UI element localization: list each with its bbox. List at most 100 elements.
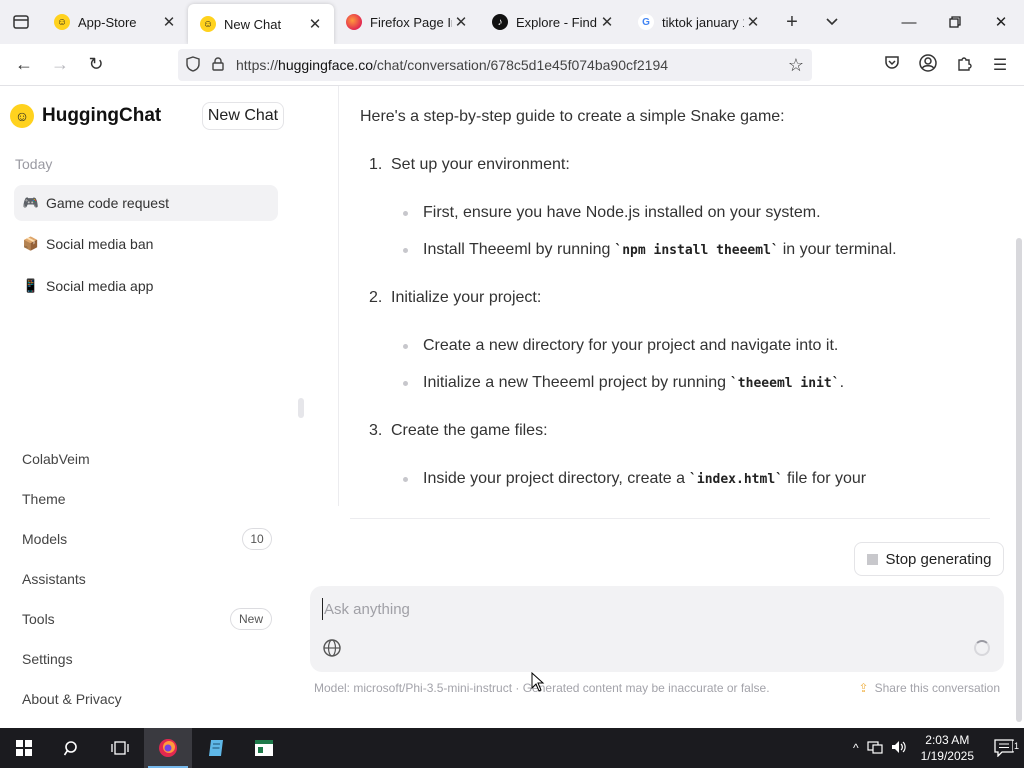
close-tab-icon[interactable]: ✕ [306, 15, 324, 33]
tab-firefox-page-info[interactable]: Firefox Page Info ✕ [334, 0, 480, 44]
bullet-dot [403, 343, 408, 349]
network-icon[interactable] [863, 740, 887, 757]
tab-app-store[interactable]: ☺ App-Store ✕ [42, 0, 188, 44]
step-number: 2. [369, 289, 383, 306]
brand[interactable]: ☺ HuggingChat [10, 104, 161, 128]
hamburger-menu-icon[interactable]: ☰ [982, 55, 1018, 75]
message-intro: Here's a step-by-step guide to create a … [360, 108, 785, 125]
menu-label: About & Privacy [22, 691, 122, 707]
menu-item-assistants[interactable]: Assistants [22, 567, 272, 591]
list-all-tabs-chevron-icon[interactable] [812, 0, 852, 44]
chat-input[interactable] [322, 598, 922, 620]
minimize-window-icon[interactable]: — [886, 0, 932, 44]
close-window-icon[interactable]: ✕ [978, 0, 1024, 44]
close-tab-icon[interactable]: ✕ [598, 13, 616, 31]
reload-icon[interactable]: ↻ [78, 47, 114, 83]
huggingface-logo-icon: ☺ [10, 104, 34, 128]
bullet-dot [403, 476, 408, 482]
game-controller-icon: 🎮 [22, 195, 40, 210]
back-arrow-icon[interactable]: ← [6, 47, 42, 83]
bullet-text: Initialize a new Theeeml project by runn… [423, 374, 726, 391]
close-tab-icon[interactable]: ✕ [744, 13, 762, 31]
toolbar-icons: ☰ [874, 44, 1018, 86]
bullet-dot [403, 210, 408, 216]
chat-sidebar: ☺ HuggingChat New Chat Today 🎮 Game code… [0, 86, 290, 726]
menu-label: Settings [22, 651, 73, 667]
mobile-phone-icon: 📱 [22, 278, 40, 293]
restore-window-icon[interactable] [932, 0, 978, 44]
step-number: 1. [369, 156, 383, 173]
step-item: 1. Set up your environment: [369, 156, 570, 174]
app-window-taskbar-icon[interactable] [240, 728, 288, 768]
search-icon[interactable] [48, 728, 96, 768]
taskbar-clock[interactable]: 2:03 AM 1/19/2025 [911, 732, 984, 764]
bullet-text-after: in your terminal. [782, 241, 897, 258]
chat-scrollbar[interactable] [1016, 238, 1022, 722]
shield-icon[interactable] [186, 55, 200, 75]
notifications-icon[interactable]: 1 [984, 739, 1024, 757]
sidebar-resize-handle[interactable] [298, 398, 304, 418]
stop-square-icon [866, 553, 878, 565]
menu-item-about[interactable]: About & Privacy [22, 687, 272, 711]
navigation-toolbar: ← → ↻ https://huggingface.co/chat/conver… [0, 44, 1024, 86]
windows-start-icon[interactable] [0, 728, 48, 768]
brand-name: HuggingChat [42, 105, 162, 126]
tab-tiktok-search[interactable]: G tiktok january 19 ✕ [626, 0, 772, 44]
tab-new-chat[interactable]: ☺ New Chat ✕ [188, 4, 334, 44]
task-view-icon[interactable] [96, 728, 144, 768]
google-favicon-icon: G [638, 14, 654, 30]
menu-label: Theme [22, 491, 66, 507]
inline-code: `index.html` [689, 471, 783, 487]
globe-icon[interactable] [322, 638, 342, 658]
tab-title: Firefox Page Info [370, 14, 452, 30]
conversation-item[interactable]: 📱 Social media app [14, 268, 278, 304]
url-text[interactable]: https://huggingface.co/chat/conversation… [236, 57, 668, 73]
inline-code: `theeeml init` [729, 375, 840, 391]
step-number: 3. [369, 422, 383, 439]
address-bar[interactable]: https://huggingface.co/chat/conversation… [178, 49, 812, 81]
inline-code: `npm install theeeml` [614, 242, 779, 258]
close-tab-icon[interactable]: ✕ [452, 13, 470, 31]
menu-item-settings[interactable]: Settings [22, 647, 272, 671]
tab-list-icon[interactable] [0, 0, 42, 44]
menu-item-tools[interactable]: Tools New [22, 607, 272, 631]
browser-tab-strip: ☺ App-Store ✕ ☺ New Chat ✕ Firefox Page … [0, 0, 1024, 44]
section-label-today: Today [15, 156, 53, 172]
volume-icon[interactable] [887, 740, 911, 757]
bullet-text-after: . [839, 374, 845, 391]
show-hidden-icons-chevron-icon[interactable]: ^ [849, 741, 863, 755]
bullet-text: Inside your project directory, create a [423, 470, 686, 487]
huggingface-favicon-icon: ☺ [54, 14, 70, 30]
menu-item-models[interactable]: Models 10 [22, 527, 272, 551]
bullet-item: Initialize a new Theeeml project by runn… [403, 374, 844, 392]
extensions-icon[interactable] [946, 55, 982, 76]
notepad-taskbar-icon[interactable] [192, 728, 240, 768]
share-conversation-link[interactable]: ⇪ Share this conversation [859, 681, 1000, 695]
forward-arrow-icon[interactable]: → [42, 47, 78, 83]
menu-item-colab[interactable]: ColabVeim [22, 447, 272, 471]
menu-label: ColabVeim [22, 451, 90, 467]
conversation-item[interactable]: 📦 Social media ban [14, 226, 278, 262]
message-composer [310, 586, 1004, 672]
tab-explore[interactable]: ♪ Explore - Find yo ✕ [480, 0, 626, 44]
huggingface-favicon-icon: ☺ [200, 16, 216, 32]
tiktok-favicon-icon: ♪ [492, 14, 508, 30]
stop-generating-button[interactable]: Stop generating [854, 542, 1004, 576]
conversation-item[interactable]: 🎮 Game code request [14, 185, 278, 221]
new-tab-plus-icon[interactable]: + [772, 0, 812, 44]
clock-time: 2:03 AM [925, 733, 970, 747]
clock-date: 1/19/2025 [920, 749, 974, 763]
package-icon: 📦 [22, 236, 40, 251]
conversation-title: Social media app [46, 278, 154, 294]
conversation-title: Social media ban [46, 236, 154, 252]
close-tab-icon[interactable]: ✕ [160, 13, 178, 31]
bookmark-star-icon[interactable]: ☆ [788, 55, 804, 76]
lock-icon[interactable] [212, 56, 224, 74]
menu-item-theme[interactable]: Theme [22, 487, 272, 511]
new-chat-button[interactable]: New Chat [202, 102, 284, 130]
url-host: huggingface.co [278, 57, 373, 73]
firefox-taskbar-icon[interactable] [144, 728, 192, 768]
pocket-icon[interactable] [874, 55, 910, 75]
windows-taskbar: ^ 2:03 AM 1/19/2025 1 [0, 728, 1024, 768]
account-icon[interactable] [910, 53, 946, 77]
